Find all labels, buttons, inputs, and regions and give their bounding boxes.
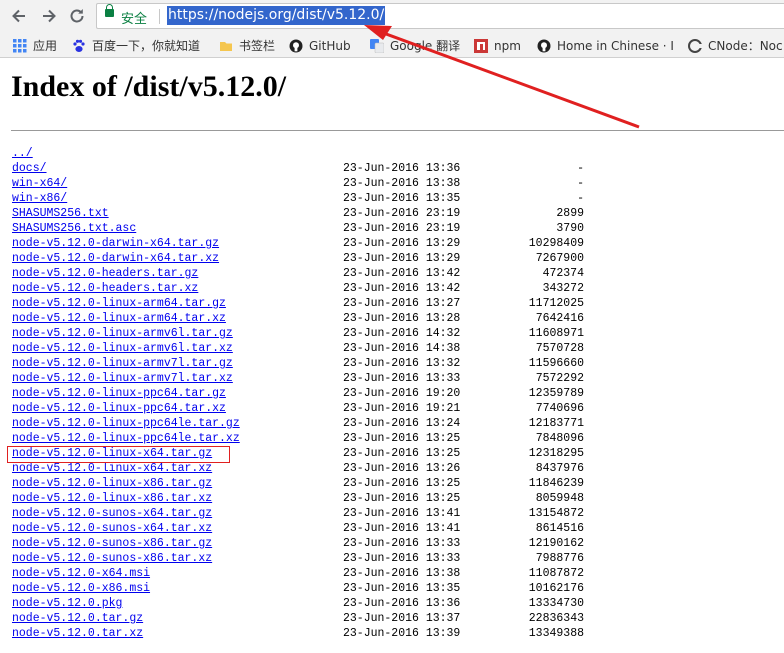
annotation-arrow: [364, 25, 640, 129]
